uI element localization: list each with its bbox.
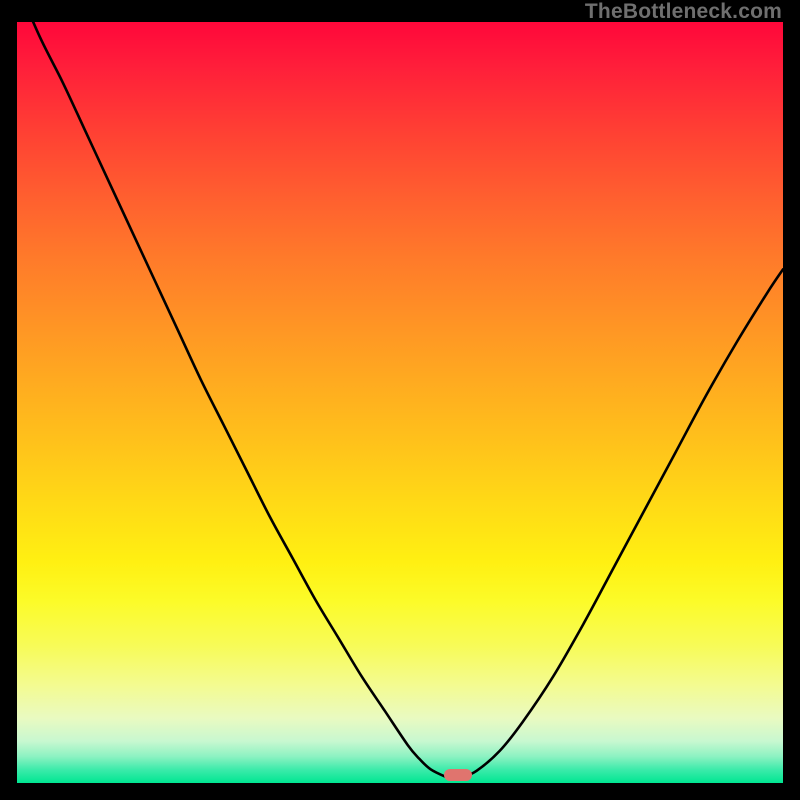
plot-area — [17, 22, 783, 783]
bottleneck-marker — [444, 769, 472, 781]
watermark-text: TheBottleneck.com — [585, 0, 782, 24]
chart-frame: TheBottleneck.com — [0, 0, 800, 800]
bottleneck-curve — [17, 22, 783, 783]
